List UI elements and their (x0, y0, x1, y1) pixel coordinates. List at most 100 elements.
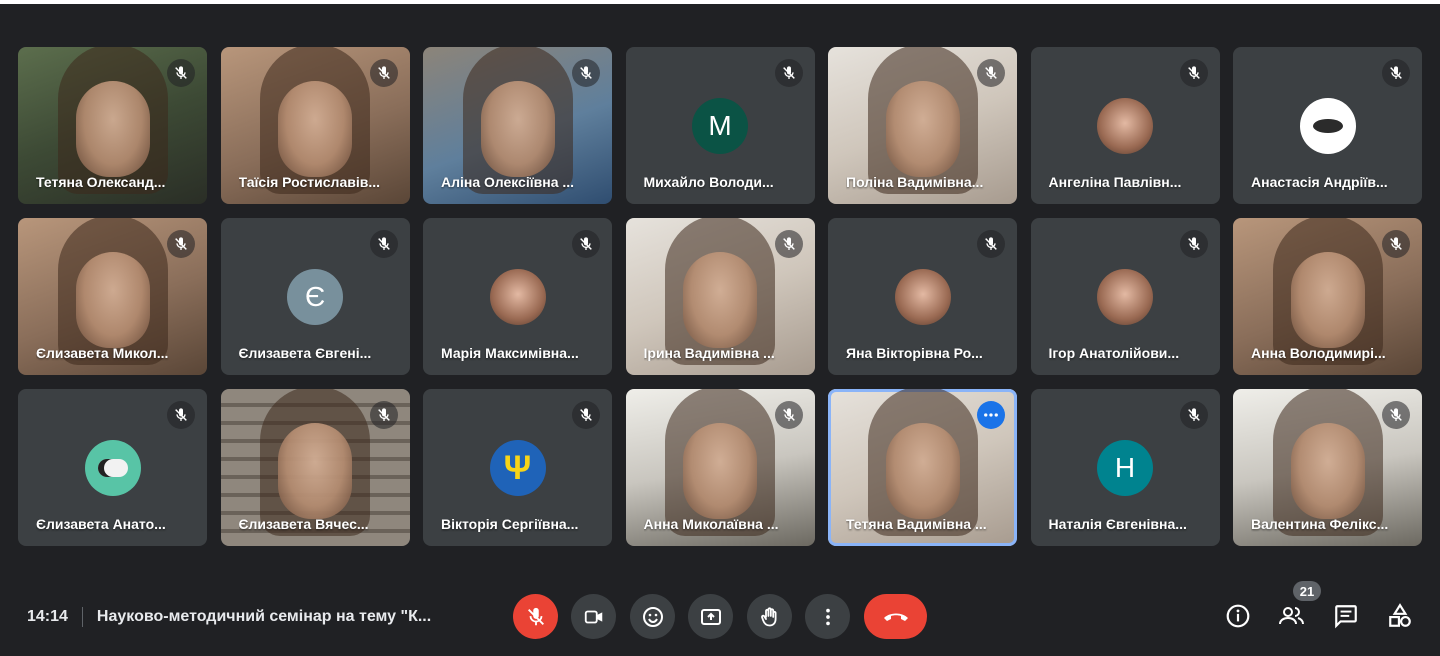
video-face-shape (75, 80, 150, 177)
microphone-button[interactable] (513, 594, 558, 639)
video-face-shape (278, 422, 352, 519)
participant-name: Таїсія Ростиславів... (238, 174, 381, 190)
muted-indicator (977, 230, 1005, 258)
participant-name: Наталія Євгенівна... (1048, 516, 1187, 532)
mic-off-icon (782, 66, 795, 79)
mic-off-icon (377, 408, 390, 421)
muted-indicator (1179, 401, 1208, 429)
insect-avatar (1299, 98, 1356, 154)
participant-tile[interactable]: Ірина Вадимівна ... (625, 218, 815, 375)
participant-tile[interactable]: Тетяна Вадимівна ... (828, 389, 1017, 546)
divider (81, 607, 83, 627)
people-button[interactable] (1276, 600, 1308, 632)
end-call-icon (883, 613, 908, 621)
mic-off-icon (580, 237, 592, 250)
camera-icon (584, 610, 602, 623)
tile-options-button[interactable] (977, 401, 1005, 429)
muted-indicator (774, 230, 803, 258)
participant-name: Яна Вікторівна Ро... (846, 345, 983, 361)
chat-button[interactable] (1330, 600, 1362, 632)
people-icon (1279, 607, 1304, 625)
mic-off-icon (377, 66, 390, 79)
participant-name: Михайло Володи... (643, 174, 774, 190)
participant-tile[interactable]: Є Єлизавета Євгені... (220, 218, 410, 375)
meeting-time: 14:14 (27, 608, 68, 625)
photo-avatar (1097, 269, 1153, 325)
trident-avatar (489, 440, 546, 496)
participant-name: Поліна Вадимівна... (846, 174, 984, 190)
meeting-title[interactable]: Науково-методичний семінар на тему "К... (97, 608, 431, 626)
participant-name: Ірина Вадимівна ... (643, 345, 775, 361)
mic-off-icon (985, 66, 997, 79)
participant-tile[interactable]: Марія Максимівна... (423, 218, 612, 375)
participant-name: Валентина Фелікс... (1251, 516, 1389, 532)
muted-indicator (1179, 59, 1208, 87)
participant-tile[interactable]: H Наталія Євгенівна... (1030, 389, 1220, 546)
participant-name: Єлизавета Євгені... (238, 345, 372, 361)
participant-tile[interactable]: Ігор Анатолійови... (1030, 218, 1220, 375)
raise-hand-button[interactable] (747, 594, 792, 639)
participant-tile[interactable]: Таїсія Ростиславів... (220, 47, 410, 204)
participant-tile[interactable]: Анна Володимирі... (1233, 218, 1422, 375)
present-button[interactable] (688, 594, 733, 639)
participant-name: Марія Максимівна... (441, 345, 579, 361)
participant-tile[interactable]: Анна Миколаївна ... (625, 389, 815, 546)
mic-off-icon (1187, 66, 1200, 79)
participant-tile[interactable]: Єлизавета Вячес... (220, 389, 410, 546)
muted-indicator (774, 401, 803, 429)
muted-indicator (167, 230, 195, 258)
muted-indicator (572, 230, 600, 258)
mic-off-icon (175, 408, 187, 421)
end-call-button[interactable] (864, 594, 927, 639)
participant-tile[interactable]: Тетяна Олександ... (18, 47, 207, 204)
photo-avatar (489, 269, 546, 325)
muted-indicator (572, 59, 600, 87)
video-face-shape (885, 422, 960, 519)
more-options-button[interactable] (805, 594, 850, 639)
participant-tile[interactable]: Аліна Олексіївна ... (423, 47, 612, 204)
mic-off-icon (580, 66, 592, 79)
mic-off-icon (782, 408, 795, 421)
participant-tile[interactable]: M Михайло Володи... (625, 47, 815, 204)
participant-name: Анна Миколаївна ... (643, 516, 779, 532)
participant-name: Тетяна Вадимівна ... (846, 516, 987, 532)
participant-grid: Тетяна Олександ... Таїсія Ростиславів... А… (18, 47, 1422, 546)
muted-indicator (1382, 401, 1410, 429)
emoji-button[interactable] (630, 594, 675, 639)
participant-name: Анна Володимирі... (1251, 345, 1386, 361)
muted-indicator (774, 59, 803, 87)
mic-off-icon (985, 237, 997, 250)
participant-tile[interactable]: Ангеліна Павлівн... (1030, 47, 1220, 204)
video-face-shape (480, 80, 555, 177)
present-icon (700, 608, 721, 625)
participant-name: Вікторія Сергіївна... (441, 516, 579, 532)
muted-indicator (1179, 230, 1208, 258)
participant-tile[interactable]: Єлизавета Микол... (18, 218, 207, 375)
participant-tile[interactable]: Вікторія Сергіївна... (423, 389, 612, 546)
mic-off-icon (377, 237, 390, 250)
bottom-bar: 14:14 Науково-методичний семінар на тему… (0, 575, 1440, 656)
mic-off-icon (782, 237, 795, 250)
activities-button[interactable] (1384, 600, 1416, 632)
video-face-shape (278, 80, 352, 177)
participant-name: Анастасія Андріїв... (1251, 174, 1388, 190)
participant-tile[interactable]: Поліна Вадимівна... (828, 47, 1017, 204)
participant-name: Єлизавета Анато... (36, 516, 166, 532)
video-face-shape (1290, 422, 1365, 519)
mic-off-icon (1390, 237, 1402, 250)
letter-avatar: H (1097, 440, 1153, 496)
muted-indicator (369, 401, 398, 429)
mic-off-icon (1187, 237, 1200, 250)
panda-avatar (84, 440, 141, 496)
activities-icon (1389, 603, 1411, 627)
mic-off-icon (527, 607, 544, 625)
participant-name: Єлизавета Вячес... (238, 516, 369, 532)
meeting-details-button[interactable] (1222, 600, 1254, 632)
camera-button[interactable] (571, 594, 616, 639)
participant-name: Тетяна Олександ... (36, 174, 166, 190)
participant-tile[interactable]: Валентина Фелікс... (1233, 389, 1422, 546)
participant-tile[interactable]: Яна Вікторівна Ро... (828, 218, 1017, 375)
participant-tile[interactable]: Єлизавета Анато... (18, 389, 207, 546)
muted-indicator (1382, 230, 1410, 258)
participant-tile[interactable]: Анастасія Андріїв... (1233, 47, 1422, 204)
